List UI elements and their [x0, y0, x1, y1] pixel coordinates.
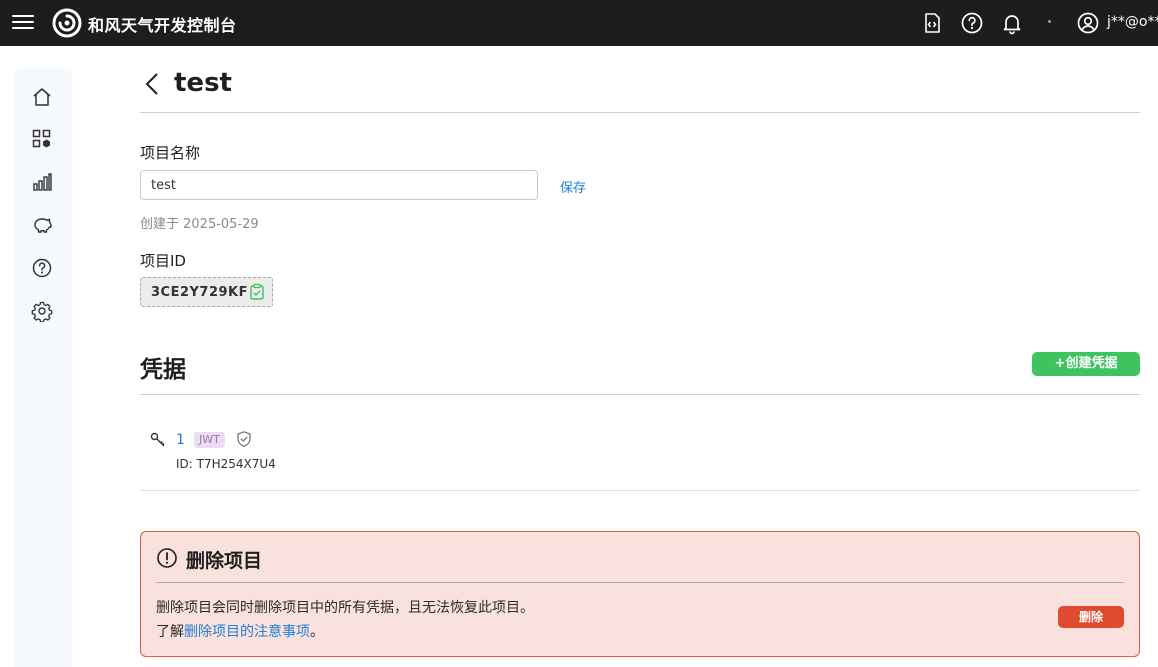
delete-project-panel: 删除项目 删除项目会同时删除项目中的所有凭据，且无法恢复此项目。 了解删除项目的… [140, 531, 1140, 657]
back-icon[interactable] [140, 70, 164, 98]
help-icon[interactable] [960, 11, 984, 35]
delete-notes-suffix: 。 [310, 624, 324, 640]
key-icon [150, 432, 165, 447]
bell-icon[interactable] [1000, 11, 1024, 35]
sidebar [14, 68, 72, 667]
credential-name[interactable]: 1 [176, 432, 185, 448]
brand-title: 和风天气开发控制台 [88, 16, 237, 35]
credential-item[interactable]: 1 JWT ID: T7H254X7U4 [140, 416, 1140, 491]
alert-circle-icon [157, 548, 177, 568]
divider [156, 582, 1124, 583]
credentials-title: 凭据 [140, 357, 186, 383]
help-icon[interactable] [31, 257, 53, 279]
menu-icon[interactable] [12, 12, 34, 32]
separator-dot [1048, 20, 1051, 23]
delete-project-button[interactable]: 删除 [1058, 606, 1124, 628]
copy-clipboard-icon[interactable] [248, 283, 266, 301]
delete-notes-link[interactable]: 删除项目的注意事项 [184, 624, 310, 640]
project-id-chip: 3CE2Y729KF [140, 277, 273, 307]
delete-warning-text: 删除项目会同时删除项目中的所有凭据，且无法恢复此项目。 [156, 600, 534, 616]
project-name-input[interactable] [140, 170, 538, 200]
create-credential-button[interactable]: +创建凭据 [1032, 352, 1140, 376]
top-bar: 和风天气开发控制台 j**@o**. [0, 0, 1158, 46]
delete-project-description: 删除项目会同时删除项目中的所有凭据，且无法恢复此项目。 了解删除项目的注意事项。 [156, 596, 534, 644]
delete-notes-prefix: 了解 [156, 624, 184, 640]
project-id-label: 项目ID [140, 252, 186, 270]
credential-id: ID: T7H254X7U4 [176, 457, 276, 471]
gear-icon[interactable] [31, 300, 53, 322]
delete-project-title: 删除项目 [186, 550, 263, 572]
apps-icon[interactable] [31, 128, 53, 150]
divider [140, 394, 1140, 395]
project-name-label: 项目名称 [140, 144, 201, 162]
shield-check-icon [237, 431, 251, 447]
bar-chart-icon[interactable] [31, 171, 53, 193]
created-date: 创建于 2025-05-29 [140, 217, 259, 232]
page-title: test [174, 68, 232, 98]
user-name[interactable]: j**@o**. [1107, 14, 1158, 30]
delete-notes-line: 了解删除项目的注意事项。 [156, 620, 534, 644]
credential-type-badge: JWT [194, 432, 225, 448]
divider [140, 112, 1140, 113]
logo-icon [52, 8, 82, 38]
user-icon[interactable] [1076, 11, 1100, 35]
piggy-bank-icon[interactable] [31, 214, 53, 236]
home-icon[interactable] [31, 86, 53, 108]
code-doc-icon[interactable] [920, 11, 944, 35]
project-id-value: 3CE2Y729KF [151, 285, 249, 300]
save-button[interactable]: 保存 [560, 177, 586, 196]
